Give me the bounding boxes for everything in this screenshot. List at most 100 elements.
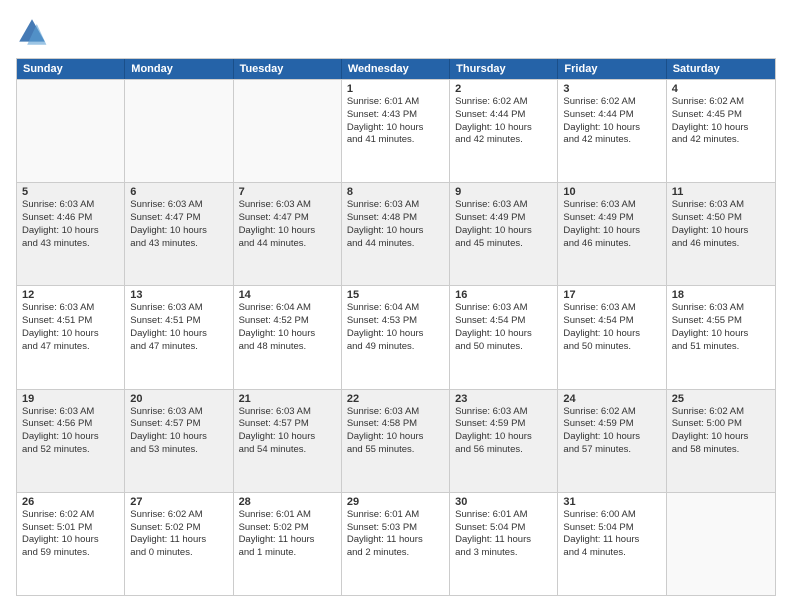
day-cell-28: 28Sunrise: 6:01 AMSunset: 5:02 PMDayligh… (234, 493, 342, 595)
week-row-4: 26Sunrise: 6:02 AMSunset: 5:01 PMDayligh… (17, 492, 775, 595)
day-number: 7 (239, 186, 336, 198)
day-cell-13: 13Sunrise: 6:03 AMSunset: 4:51 PMDayligh… (125, 286, 233, 388)
day-cell-14: 14Sunrise: 6:04 AMSunset: 4:52 PMDayligh… (234, 286, 342, 388)
day-of-week-sunday: Sunday (17, 59, 125, 79)
day-number: 24 (563, 393, 660, 405)
day-number: 9 (455, 186, 552, 198)
day-number: 26 (22, 496, 119, 508)
day-cell-29: 29Sunrise: 6:01 AMSunset: 5:03 PMDayligh… (342, 493, 450, 595)
day-of-week-friday: Friday (558, 59, 666, 79)
day-cell-10: 10Sunrise: 6:03 AMSunset: 4:49 PMDayligh… (558, 183, 666, 285)
day-info: Sunrise: 6:01 AMSunset: 4:43 PMDaylight:… (347, 96, 444, 147)
header (16, 16, 776, 48)
day-cell-2: 2Sunrise: 6:02 AMSunset: 4:44 PMDaylight… (450, 80, 558, 182)
day-info: Sunrise: 6:03 AMSunset: 4:49 PMDaylight:… (455, 199, 552, 250)
calendar-header: SundayMondayTuesdayWednesdayThursdayFrid… (17, 59, 775, 79)
day-number: 16 (455, 289, 552, 301)
day-info: Sunrise: 6:03 AMSunset: 4:47 PMDaylight:… (239, 199, 336, 250)
day-number: 1 (347, 83, 444, 95)
day-info: Sunrise: 6:03 AMSunset: 4:57 PMDaylight:… (239, 406, 336, 457)
day-number: 27 (130, 496, 227, 508)
day-info: Sunrise: 6:03 AMSunset: 4:54 PMDaylight:… (455, 302, 552, 353)
day-number: 5 (22, 186, 119, 198)
day-cell-27: 27Sunrise: 6:02 AMSunset: 5:02 PMDayligh… (125, 493, 233, 595)
day-info: Sunrise: 6:01 AMSunset: 5:02 PMDaylight:… (239, 509, 336, 560)
day-number: 25 (672, 393, 770, 405)
day-number: 17 (563, 289, 660, 301)
day-info: Sunrise: 6:03 AMSunset: 4:56 PMDaylight:… (22, 406, 119, 457)
day-info: Sunrise: 6:03 AMSunset: 4:47 PMDaylight:… (130, 199, 227, 250)
day-info: Sunrise: 6:03 AMSunset: 4:48 PMDaylight:… (347, 199, 444, 250)
day-number: 20 (130, 393, 227, 405)
day-cell-5: 5Sunrise: 6:03 AMSunset: 4:46 PMDaylight… (17, 183, 125, 285)
day-cell-9: 9Sunrise: 6:03 AMSunset: 4:49 PMDaylight… (450, 183, 558, 285)
calendar-body: 1Sunrise: 6:01 AMSunset: 4:43 PMDaylight… (17, 79, 775, 595)
day-cell-11: 11Sunrise: 6:03 AMSunset: 4:50 PMDayligh… (667, 183, 775, 285)
empty-cell-0-0 (17, 80, 125, 182)
day-number: 6 (130, 186, 227, 198)
day-number: 2 (455, 83, 552, 95)
day-number: 28 (239, 496, 336, 508)
day-cell-8: 8Sunrise: 6:03 AMSunset: 4:48 PMDaylight… (342, 183, 450, 285)
day-info: Sunrise: 6:01 AMSunset: 5:03 PMDaylight:… (347, 509, 444, 560)
day-cell-21: 21Sunrise: 6:03 AMSunset: 4:57 PMDayligh… (234, 390, 342, 492)
day-info: Sunrise: 6:03 AMSunset: 4:51 PMDaylight:… (22, 302, 119, 353)
day-info: Sunrise: 6:02 AMSunset: 4:44 PMDaylight:… (455, 96, 552, 147)
day-info: Sunrise: 6:03 AMSunset: 4:57 PMDaylight:… (130, 406, 227, 457)
day-info: Sunrise: 6:02 AMSunset: 5:02 PMDaylight:… (130, 509, 227, 560)
day-info: Sunrise: 6:02 AMSunset: 4:45 PMDaylight:… (672, 96, 770, 147)
day-cell-18: 18Sunrise: 6:03 AMSunset: 4:55 PMDayligh… (667, 286, 775, 388)
day-info: Sunrise: 6:00 AMSunset: 5:04 PMDaylight:… (563, 509, 660, 560)
day-info: Sunrise: 6:03 AMSunset: 4:50 PMDaylight:… (672, 199, 770, 250)
day-info: Sunrise: 6:02 AMSunset: 5:00 PMDaylight:… (672, 406, 770, 457)
day-info: Sunrise: 6:03 AMSunset: 4:46 PMDaylight:… (22, 199, 119, 250)
day-number: 22 (347, 393, 444, 405)
day-number: 10 (563, 186, 660, 198)
day-info: Sunrise: 6:03 AMSunset: 4:51 PMDaylight:… (130, 302, 227, 353)
day-number: 18 (672, 289, 770, 301)
day-cell-20: 20Sunrise: 6:03 AMSunset: 4:57 PMDayligh… (125, 390, 233, 492)
day-number: 14 (239, 289, 336, 301)
page: SundayMondayTuesdayWednesdayThursdayFrid… (0, 0, 792, 612)
day-info: Sunrise: 6:01 AMSunset: 5:04 PMDaylight:… (455, 509, 552, 560)
day-of-week-monday: Monday (125, 59, 233, 79)
day-info: Sunrise: 6:02 AMSunset: 5:01 PMDaylight:… (22, 509, 119, 560)
calendar: SundayMondayTuesdayWednesdayThursdayFrid… (16, 58, 776, 596)
day-info: Sunrise: 6:02 AMSunset: 4:59 PMDaylight:… (563, 406, 660, 457)
empty-cell-0-1 (125, 80, 233, 182)
day-info: Sunrise: 6:03 AMSunset: 4:58 PMDaylight:… (347, 406, 444, 457)
logo (16, 16, 52, 48)
day-of-week-thursday: Thursday (450, 59, 558, 79)
day-info: Sunrise: 6:03 AMSunset: 4:55 PMDaylight:… (672, 302, 770, 353)
day-number: 21 (239, 393, 336, 405)
day-number: 31 (563, 496, 660, 508)
day-number: 15 (347, 289, 444, 301)
day-cell-31: 31Sunrise: 6:00 AMSunset: 5:04 PMDayligh… (558, 493, 666, 595)
day-of-week-wednesday: Wednesday (342, 59, 450, 79)
day-of-week-tuesday: Tuesday (234, 59, 342, 79)
day-number: 13 (130, 289, 227, 301)
day-cell-15: 15Sunrise: 6:04 AMSunset: 4:53 PMDayligh… (342, 286, 450, 388)
day-number: 29 (347, 496, 444, 508)
day-number: 23 (455, 393, 552, 405)
day-cell-30: 30Sunrise: 6:01 AMSunset: 5:04 PMDayligh… (450, 493, 558, 595)
day-cell-22: 22Sunrise: 6:03 AMSunset: 4:58 PMDayligh… (342, 390, 450, 492)
day-number: 4 (672, 83, 770, 95)
day-number: 30 (455, 496, 552, 508)
day-cell-1: 1Sunrise: 6:01 AMSunset: 4:43 PMDaylight… (342, 80, 450, 182)
week-row-1: 5Sunrise: 6:03 AMSunset: 4:46 PMDaylight… (17, 182, 775, 285)
day-cell-25: 25Sunrise: 6:02 AMSunset: 5:00 PMDayligh… (667, 390, 775, 492)
day-number: 3 (563, 83, 660, 95)
day-cell-16: 16Sunrise: 6:03 AMSunset: 4:54 PMDayligh… (450, 286, 558, 388)
day-info: Sunrise: 6:02 AMSunset: 4:44 PMDaylight:… (563, 96, 660, 147)
day-cell-26: 26Sunrise: 6:02 AMSunset: 5:01 PMDayligh… (17, 493, 125, 595)
week-row-2: 12Sunrise: 6:03 AMSunset: 4:51 PMDayligh… (17, 285, 775, 388)
day-cell-7: 7Sunrise: 6:03 AMSunset: 4:47 PMDaylight… (234, 183, 342, 285)
day-info: Sunrise: 6:03 AMSunset: 4:49 PMDaylight:… (563, 199, 660, 250)
empty-cell-0-2 (234, 80, 342, 182)
day-cell-3: 3Sunrise: 6:02 AMSunset: 4:44 PMDaylight… (558, 80, 666, 182)
day-info: Sunrise: 6:03 AMSunset: 4:54 PMDaylight:… (563, 302, 660, 353)
day-cell-23: 23Sunrise: 6:03 AMSunset: 4:59 PMDayligh… (450, 390, 558, 492)
day-number: 11 (672, 186, 770, 198)
day-cell-17: 17Sunrise: 6:03 AMSunset: 4:54 PMDayligh… (558, 286, 666, 388)
